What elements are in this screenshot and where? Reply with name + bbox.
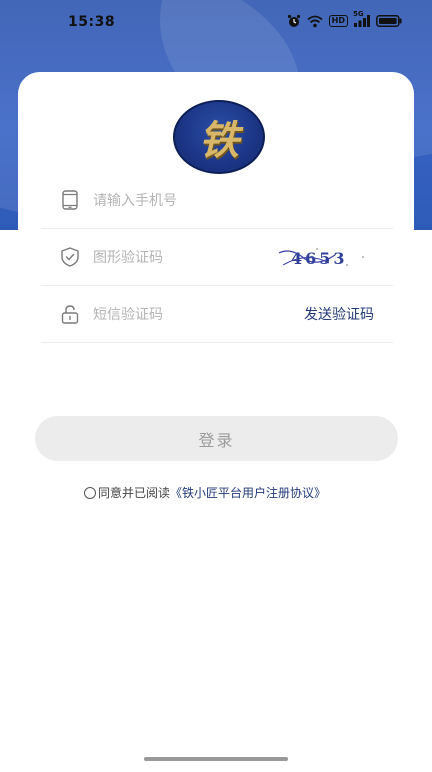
phone-input[interactable]: 请输入手机号 bbox=[93, 190, 177, 210]
signal-icon: 5G bbox=[353, 10, 370, 27]
network-label: 5G bbox=[353, 10, 364, 18]
agreement-row: 同意并已阅读 《铁小匠平台用户注册协议》 bbox=[84, 484, 326, 501]
agreement-radio[interactable] bbox=[84, 486, 96, 499]
logo-char: 铁 bbox=[199, 117, 239, 164]
lock-icon bbox=[59, 303, 81, 325]
hd-icon: HD bbox=[328, 15, 348, 27]
sms-input[interactable]: 短信验证码 bbox=[93, 304, 163, 324]
alarm-icon bbox=[287, 14, 301, 28]
battery-icon bbox=[376, 15, 402, 27]
phone-icon bbox=[59, 189, 81, 211]
status-icons: HD 5G bbox=[287, 10, 402, 28]
wifi-icon bbox=[307, 15, 323, 28]
captcha-input[interactable]: 图形验证码 bbox=[93, 247, 163, 267]
app-logo: 铁 bbox=[173, 100, 265, 174]
sms-field[interactable]: 短信验证码 发送验证码 bbox=[41, 286, 393, 343]
phone-field[interactable]: 请输入手机号 bbox=[41, 172, 393, 229]
agreement-prefix: 同意并已阅读 bbox=[98, 486, 171, 500]
captcha-image[interactable]: 4653 bbox=[277, 245, 369, 271]
agreement-link[interactable]: 《铁小匠平台用户注册协议》 bbox=[170, 484, 326, 501]
shield-check-icon bbox=[59, 246, 81, 268]
status-bar: 15:38 HD 5G bbox=[0, 0, 432, 44]
login-button[interactable]: 登录 bbox=[35, 416, 398, 461]
send-code-button[interactable]: 发送验证码 bbox=[304, 304, 374, 324]
captcha-text: 4653 bbox=[291, 249, 348, 268]
captcha-field[interactable]: 图形验证码 4653 bbox=[41, 229, 393, 286]
home-indicator[interactable] bbox=[144, 757, 288, 761]
status-time: 15:38 bbox=[68, 14, 116, 30]
hd-label: HD bbox=[328, 15, 348, 27]
